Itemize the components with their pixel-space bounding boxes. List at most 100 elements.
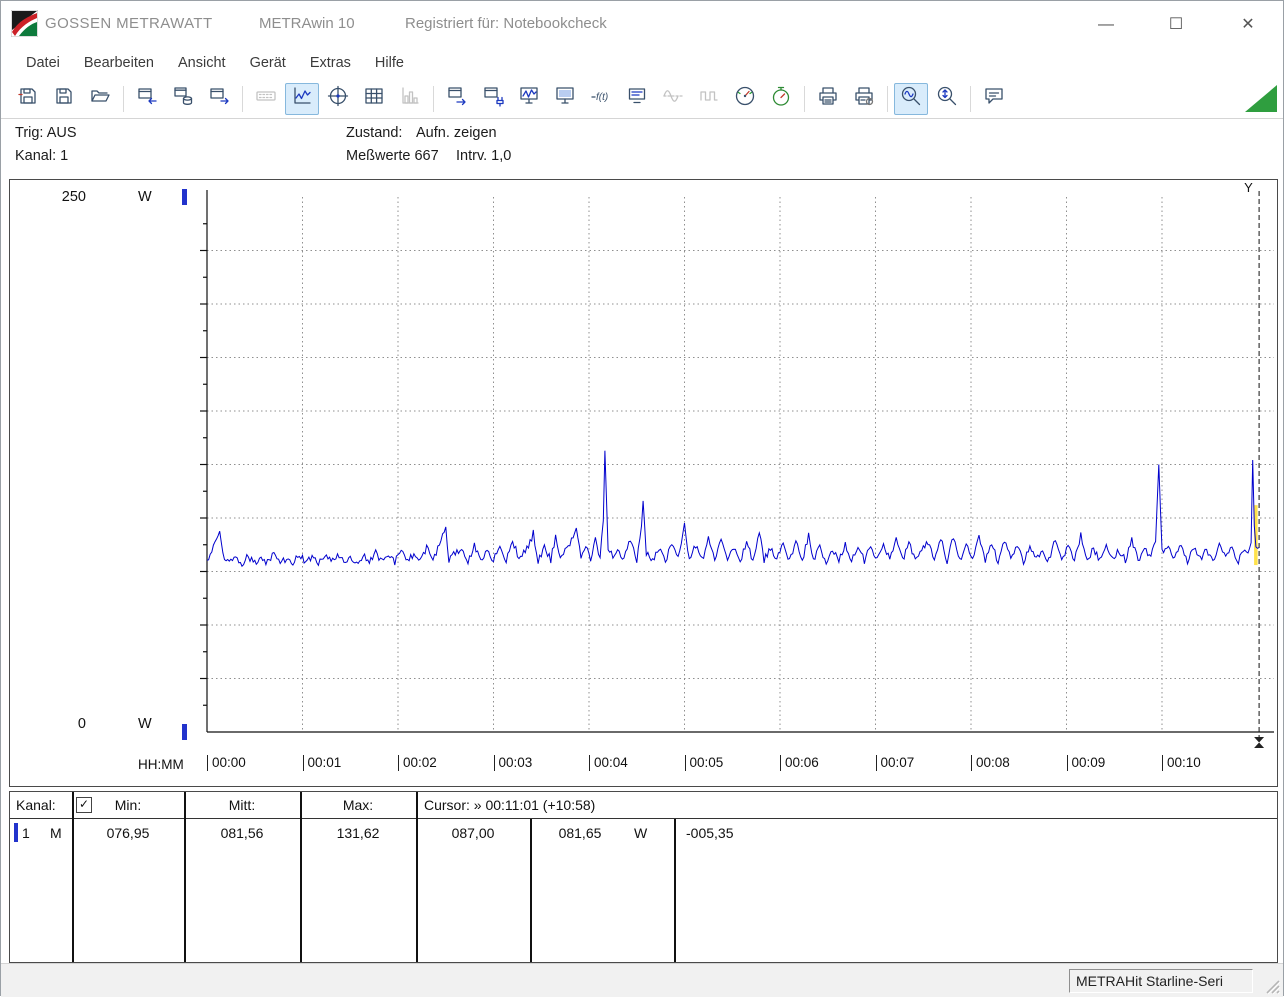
toolbar-button-window-import[interactable] <box>130 83 164 115</box>
crosshair-chart-icon <box>327 85 349 112</box>
table-separator <box>184 792 186 962</box>
waveform-square-icon <box>698 85 720 112</box>
toolbar-separator <box>887 85 888 112</box>
gossen-metrawatt-logo-icon <box>11 10 38 37</box>
toolbar-button-stopwatch[interactable] <box>764 83 798 115</box>
title-bar: GOSSEN METRAWATT METRAwin 10 Registriert… <box>1 1 1283 47</box>
zustand-label: Zustand: <box>346 125 403 141</box>
max-value: 131,62 <box>336 825 380 841</box>
cursor-header: Cursor: » 00:11:01 (+10:58) <box>424 797 596 813</box>
toolbar-button-print-setup[interactable] <box>847 83 881 115</box>
messwerte-count: Meßwerte 667 <box>346 148 439 164</box>
trigger-status: Trig: AUS <box>15 125 77 141</box>
toolbar-button-table-view[interactable] <box>357 83 391 115</box>
svg-text:Y: Y <box>1244 180 1253 195</box>
toolbar-button-print[interactable] <box>811 83 845 115</box>
x-tick-label: 00:05 <box>684 755 723 771</box>
toolbar-button-display[interactable] <box>620 83 654 115</box>
display-icon <box>626 85 648 112</box>
table-view-icon <box>363 85 385 112</box>
toolbar-separator <box>970 85 971 112</box>
chart-plot-area[interactable]: Y <box>10 180 1277 786</box>
menu-bar: Datei Bearbeiten Ansicht Gerät Extras Hilfe <box>1 47 1283 79</box>
status-triangle-icon <box>1245 85 1277 112</box>
toolbar-button-meter[interactable] <box>728 83 762 115</box>
x-tick-label: 00:06 <box>780 755 819 771</box>
formula-icon: f(t) <box>590 85 612 112</box>
toolbar-button-window-export[interactable] <box>202 83 236 115</box>
svg-text:f(t): f(t) <box>596 92 608 103</box>
menu-bearbeiten[interactable]: Bearbeiten <box>73 50 165 76</box>
menu-ansicht[interactable]: Ansicht <box>167 50 237 76</box>
resize-grip[interactable] <box>1263 977 1281 995</box>
toolbar-button-keyboard <box>249 83 283 115</box>
cursor-unit: W <box>634 825 648 841</box>
live-monitor-icon <box>518 85 540 112</box>
print-icon <box>817 85 839 112</box>
x-tick-label: 00:10 <box>1162 755 1201 771</box>
toolbar-button-histogram <box>393 83 427 115</box>
toolbar-button-device-export[interactable] <box>440 83 474 115</box>
folder-open-icon <box>89 85 111 112</box>
toolbar-button-live-monitor[interactable] <box>512 83 546 115</box>
power-trace-chart[interactable]: 250 W 0 W HH:MM Y 00:00 00:01 00:02 00:03 00… <box>9 179 1278 787</box>
measurement-table: Kanal: ✓ Min: Mitt: Max: Cursor: » 00:11… <box>9 791 1278 963</box>
toolbar-button-folder-open[interactable] <box>83 83 117 115</box>
max-header: Max: <box>342 797 374 813</box>
app-title: METRAwin 10 <box>259 15 355 32</box>
acquisition-status-panel: Trig: AUS Kanal: 1 Zustand: Aufn. zeigen… <box>1 119 1283 179</box>
meter-icon <box>734 85 756 112</box>
toolbar-button-device-connect[interactable] <box>476 83 510 115</box>
db-export-icon <box>172 85 194 112</box>
brand-title: GOSSEN METRAWATT <box>45 15 213 32</box>
device-name-field: METRAHit Starline-Seri <box>1069 969 1253 993</box>
table-separator <box>300 792 302 962</box>
toolbar-button-annotation[interactable] <box>977 83 1011 115</box>
toolbar-button-formula[interactable]: f(t) <box>584 83 618 115</box>
channel-status: Kanal: 1 <box>15 148 69 164</box>
toolbar-button-db-export[interactable] <box>166 83 200 115</box>
close-button[interactable]: ✕ <box>1225 11 1271 39</box>
app-window: GOSSEN METRAWATT METRAwin 10 Registriert… <box>0 0 1284 997</box>
open-file-icon <box>17 85 39 112</box>
toolbar-button-line-chart[interactable] <box>285 82 319 115</box>
toolbar-separator <box>804 85 805 112</box>
interval-value: Intrv. 1,0 <box>456 148 512 164</box>
table-header-divider <box>10 818 1277 819</box>
mitt-value: 081,56 <box>220 825 264 841</box>
zoom-amplitude-icon <box>936 85 958 112</box>
min-header: Min: <box>114 797 142 813</box>
toolbar-separator <box>242 85 243 112</box>
monitor-icon <box>554 85 576 112</box>
menu-gert[interactable]: Gerät <box>239 50 297 76</box>
toolbar-button-zoom-amplitude[interactable] <box>930 83 964 115</box>
table-separator <box>416 792 418 962</box>
x-tick-label: 00:02 <box>398 755 437 771</box>
toolbar-separator <box>433 85 434 112</box>
toolbar-button-open-file[interactable] <box>11 83 45 115</box>
kanal-header: Kanal: <box>16 797 56 813</box>
toolbar: f(t) <box>1 79 1283 119</box>
minimize-button[interactable]: — <box>1083 11 1129 39</box>
channel-number: 1 <box>22 825 30 841</box>
x-tick-label: 00:08 <box>971 755 1010 771</box>
menu-datei[interactable]: Datei <box>15 50 71 76</box>
menu-extras[interactable]: Extras <box>299 50 362 76</box>
menu-hilfe[interactable]: Hilfe <box>364 50 415 76</box>
device-export-icon <box>446 85 468 112</box>
cursor-value-b: 081,65 <box>558 825 602 841</box>
toolbar-separator <box>123 85 124 112</box>
channel-mode: M <box>50 825 62 841</box>
maximize-button[interactable]: ☐ <box>1153 11 1199 39</box>
toolbar-button-crosshair-chart[interactable] <box>321 83 355 115</box>
print-setup-icon <box>853 85 875 112</box>
x-tick-label: 00:04 <box>589 755 628 771</box>
toolbar-button-save-file[interactable] <box>47 83 81 115</box>
histogram-icon <box>399 85 421 112</box>
toolbar-button-monitor[interactable] <box>548 83 582 115</box>
cursor-value-a: 087,00 <box>451 825 495 841</box>
zoom-time-icon <box>900 85 922 112</box>
toolbar-button-zoom-time[interactable] <box>894 82 928 115</box>
toolbar-button-waveform-square <box>692 83 726 115</box>
annotation-icon <box>983 85 1005 112</box>
